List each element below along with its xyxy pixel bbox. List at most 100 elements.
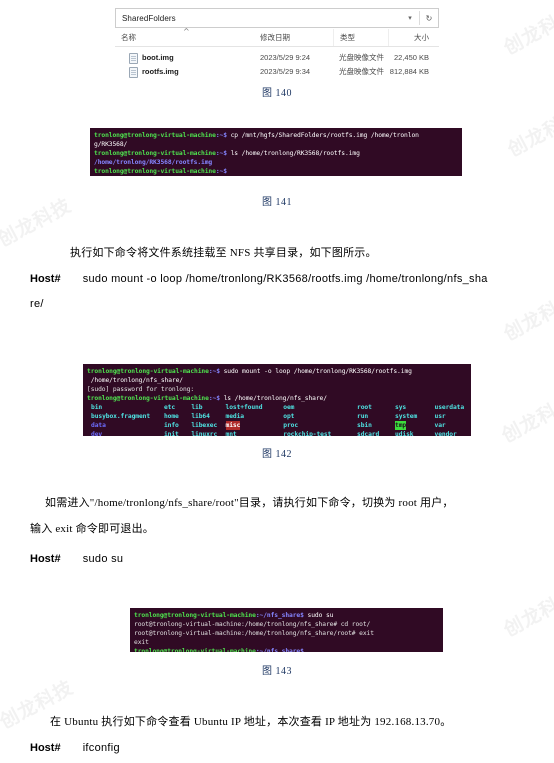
table-row[interactable]: rootfs.img 2023/5/29 9:34 光盘映像文件 812,884… xyxy=(115,65,439,79)
terminal-root-prompt: root@tronlong-virtual-machine xyxy=(134,630,242,637)
dir-entry: sys xyxy=(395,404,407,411)
terminal-line: tronlong@tronlong-virtual-machine:~$ cp … xyxy=(94,131,458,140)
terminal-command-cont: /home/tronlong/nfs_share/ xyxy=(87,377,183,384)
terminal-line: [sudo] password for tronlong: xyxy=(87,385,467,394)
dir-entry: sbin xyxy=(357,422,372,429)
terminal-listing-line: bin etc lib lost+found oem root sys userdata xyxy=(87,403,467,412)
dir-entry: vendor xyxy=(434,431,457,436)
terminal-line: tronlong@tronlong-virtual-machine:~$ sud… xyxy=(87,367,467,376)
host-command-text: sudo su xyxy=(82,553,124,565)
watermark: 创龙科技 xyxy=(498,391,554,448)
refresh-icon[interactable]: ↻ xyxy=(420,14,438,23)
disc-image-file-icon xyxy=(129,52,138,64)
terminal-listing-line: dev init linuxrc mnt rockchip-test sdcard udis… xyxy=(87,430,467,436)
dir-entry: rockchip-test xyxy=(283,431,332,436)
dir-entry: lib xyxy=(191,404,203,411)
terminal-line: /home/tronlong/RK3568/rootfs.img xyxy=(94,158,458,167)
terminal-command: sudo mount -o loop /home/tronlong/RK3568… xyxy=(223,368,412,375)
dir-entry: media xyxy=(225,413,245,420)
figure-caption-140: 图 140 xyxy=(262,88,292,99)
host-command-text-cont: re/ xyxy=(30,298,44,310)
dir-entry: info xyxy=(163,422,179,429)
table-row[interactable]: boot.img 2023/5/29 9:24 光盘映像文件 22,450 KB xyxy=(115,51,439,65)
address-bar[interactable]: SharedFolders ▾ ↻ xyxy=(115,8,439,28)
terminal-command: exit xyxy=(359,630,374,637)
column-header-size[interactable]: 大小 xyxy=(388,29,439,46)
dir-entry: linuxrc xyxy=(191,431,218,436)
terminal-listing-line: data info libexec misc proc sbin tmp var xyxy=(87,421,467,430)
chevron-down-icon[interactable]: ▾ xyxy=(401,14,419,22)
figure-caption-141: 图 141 xyxy=(262,197,292,208)
terminal-command-cont: g/RK3568/ xyxy=(94,141,128,148)
paragraph-root-instruction-line2: 输入 exit 命令即可退出。 xyxy=(30,523,154,535)
watermark: 创龙科技 xyxy=(500,585,554,642)
terminal-line: tronlong@tronlong-virtual-machine:~$ ls … xyxy=(94,149,458,158)
terminal-output: [sudo] password for tronlong: xyxy=(87,386,195,393)
sort-ascending-icon: ^ xyxy=(183,27,190,36)
dir-entry: oem xyxy=(283,404,295,411)
file-type-cell: 光盘映像文件 xyxy=(339,53,384,62)
dir-entry: udisk xyxy=(395,431,414,436)
dir-entry: opt xyxy=(283,413,295,420)
terminal-line: tronlong@tronlong-virtual-machine:~/nfs_… xyxy=(134,647,439,652)
column-header-date[interactable]: 修改日期 xyxy=(254,29,333,46)
dir-entry: sdcard xyxy=(357,431,380,436)
terminal-window-141: tronlong@tronlong-virtual-machine:~$ cp … xyxy=(90,128,462,176)
terminal-command: cd root/ xyxy=(340,621,371,628)
terminal-prompt: tronlong@tronlong-virtual-machine xyxy=(87,368,209,375)
watermark: 创龙科技 xyxy=(500,3,554,60)
file-type-cell: 光盘映像文件 xyxy=(339,67,384,76)
terminal-prompt-sep: :~$ xyxy=(215,132,231,139)
terminal-listing-line: busybox.fragment home lib64 media opt run syst… xyxy=(87,412,467,421)
host-label: Host# xyxy=(30,553,61,565)
terminal-root-path: :/home/tronlong/nfs_share/root# xyxy=(241,630,360,637)
dir-entry: data xyxy=(91,422,106,429)
terminal-line: root@tronlong-virtual-machine:/home/tron… xyxy=(134,620,439,629)
file-size-cell: 22,450 KB xyxy=(393,53,429,62)
watermark: 创龙科技 xyxy=(500,289,554,346)
dir-entry-tmp: tmp xyxy=(395,421,407,430)
terminal-line: exit xyxy=(134,638,439,647)
figure-caption-142: 图 142 xyxy=(262,449,292,460)
figure-caption-143: 图 143 xyxy=(262,666,292,677)
dir-entry: usr xyxy=(434,413,446,420)
file-explorer-window: SharedFolders ▾ ↻ 名称 ^ 修改日期 类型 大小 boot.i… xyxy=(115,8,439,80)
dir-entry: etc xyxy=(163,404,176,411)
terminal-command: cp /mnt/hgfs/SharedFolders/rootfs.img /h… xyxy=(230,132,419,139)
dir-entry-misc: misc xyxy=(225,421,241,430)
dir-entry: home xyxy=(163,413,179,420)
dir-entry: busybox.fragment xyxy=(91,413,151,420)
terminal-prompt-sep: :~/nfs_share$ xyxy=(255,612,308,619)
terminal-root-prompt: root@tronlong-virtual-machine xyxy=(134,621,242,628)
column-header-type[interactable]: 类型 xyxy=(333,29,388,46)
paragraph-ip-instruction: 在 Ubuntu 执行如下命令查看 Ubuntu IP 地址，本次查看 IP 地… xyxy=(50,716,452,728)
terminal-command: ls /home/tronlong/nfs_share/ xyxy=(223,395,327,402)
terminal-prompt-sep: :~$ xyxy=(208,395,224,402)
terminal-line: /home/tronlong/nfs_share/ xyxy=(87,376,467,385)
terminal-prompt: tronlong@tronlong-virtual-machine xyxy=(134,612,256,619)
host-command-mount-cont: re/ xyxy=(30,298,44,310)
watermark: 创龙科技 xyxy=(504,105,554,162)
terminal-window-143: tronlong@tronlong-virtual-machine:~/nfs_… xyxy=(130,608,443,652)
terminal-output: exit xyxy=(134,639,149,646)
host-command-ifconfig: Host# ifconfig xyxy=(30,742,120,754)
dir-entry: init xyxy=(163,431,179,436)
terminal-prompt-sep: :~$ xyxy=(208,368,224,375)
host-command-text: sudo mount -o loop /home/tronlong/RK3568… xyxy=(82,273,488,285)
paragraph-mount-instruction: 执行如下命令将文件系统挂载至 NFS 共享目录，如下图所示。 xyxy=(70,247,377,259)
host-command-su: Host# sudo su xyxy=(30,553,123,565)
dir-entry: mnt xyxy=(225,431,237,436)
dir-entry: run xyxy=(357,413,369,420)
terminal-prompt-sep: :~$ xyxy=(215,150,231,157)
file-name-label: boot.img xyxy=(142,53,174,62)
file-name-cell: rootfs.img xyxy=(115,65,254,79)
dir-entry: var xyxy=(434,422,446,429)
disc-image-file-icon xyxy=(129,66,138,78)
terminal-output: /home/tronlong/RK3568/rootfs.img xyxy=(94,159,213,166)
dir-entry: userdata xyxy=(434,404,465,411)
terminal-line: tronlong@tronlong-virtual-machine:~/nfs_… xyxy=(134,611,439,620)
terminal-prompt: tronlong@tronlong-virtual-machine xyxy=(134,648,256,652)
terminal-line: tronlong@tronlong-virtual-machine:~$ xyxy=(94,167,458,176)
terminal-prompt-sep: :~/nfs_share$ xyxy=(255,648,308,652)
terminal-command: ls /home/tronlong/RK3568/rootfs.img xyxy=(230,150,360,157)
